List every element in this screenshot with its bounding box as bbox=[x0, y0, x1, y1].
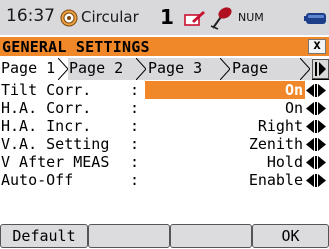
battery-icon bbox=[304, 13, 326, 24]
left-right-arrows-icon[interactable] bbox=[305, 101, 327, 116]
setting-value: On bbox=[284, 99, 303, 117]
setting-value-field[interactable]: Enable bbox=[145, 171, 305, 189]
tab-bar: Page 1 Page 2 Page 3 Page bbox=[0, 58, 329, 80]
setting-value: Right bbox=[257, 117, 303, 135]
left-right-arrows-icon[interactable] bbox=[305, 137, 327, 152]
tab-label: Page 1 bbox=[1, 59, 56, 77]
setting-colon: : bbox=[130, 171, 140, 189]
default-button[interactable]: Default bbox=[0, 224, 88, 248]
tab-label: Page 2 bbox=[69, 59, 124, 77]
tab-separator bbox=[300, 58, 310, 80]
left-right-arrows-icon[interactable] bbox=[305, 155, 327, 170]
setting-colon: : bbox=[130, 99, 140, 117]
setting-value-field[interactable]: On bbox=[145, 81, 305, 99]
setting-value: Hold bbox=[266, 153, 303, 171]
ok-button[interactable]: OK bbox=[252, 224, 329, 248]
tab-page-2[interactable]: Page 2 bbox=[68, 58, 146, 80]
setting-label: H.A. Corr. bbox=[1, 99, 92, 117]
setting-row-tilt-corr[interactable]: Tilt Corr. : On bbox=[0, 81, 329, 99]
face-indicator: 1 bbox=[160, 5, 174, 29]
mode-label: Circular bbox=[81, 8, 139, 26]
setting-label: Auto-Off bbox=[1, 171, 74, 189]
window-titlebar: GENERAL SETTINGS x bbox=[0, 37, 329, 56]
setting-colon: : bbox=[130, 81, 140, 99]
prism-pole-icon bbox=[210, 7, 232, 30]
setting-value-field[interactable]: On bbox=[145, 99, 305, 117]
setting-row-va-setting[interactable]: V.A. Setting : Zenith bbox=[0, 135, 329, 153]
left-right-arrows-icon[interactable] bbox=[305, 83, 327, 98]
tab-scroll-right-icon[interactable] bbox=[312, 59, 329, 79]
setting-value-field[interactable]: Zenith bbox=[145, 135, 305, 153]
setting-row-ha-corr[interactable]: H.A. Corr. : On bbox=[0, 99, 329, 117]
input-mode: NUM bbox=[238, 11, 264, 24]
setting-row-v-after-meas[interactable]: V After MEAS : Hold bbox=[0, 153, 329, 171]
setting-colon: : bbox=[130, 135, 140, 153]
close-button[interactable]: x bbox=[308, 39, 326, 54]
tab-separator bbox=[220, 58, 230, 80]
setting-colon: : bbox=[130, 153, 140, 171]
left-right-arrows-icon[interactable] bbox=[305, 173, 327, 188]
tab-page-3[interactable]: Page 3 bbox=[146, 58, 230, 80]
softkey-3-button[interactable] bbox=[170, 224, 252, 248]
setting-label: V After MEAS bbox=[1, 153, 110, 171]
setting-row-auto-off[interactable]: Auto-Off : Enable bbox=[0, 171, 329, 189]
left-right-arrows-icon[interactable] bbox=[305, 119, 327, 134]
setting-value: Enable bbox=[248, 171, 303, 189]
setting-label: Tilt Corr. bbox=[1, 81, 92, 99]
setting-value: On bbox=[284, 81, 303, 99]
setting-row-ha-incr[interactable]: H.A. Incr. : Right bbox=[0, 117, 329, 135]
setting-label: H.A. Incr. bbox=[1, 117, 92, 135]
tab-label: Page bbox=[232, 59, 269, 77]
clock: 16:37 bbox=[6, 6, 55, 26]
window-title: GENERAL SETTINGS bbox=[2, 38, 150, 56]
setting-value: Zenith bbox=[248, 135, 303, 153]
tab-separator bbox=[58, 58, 68, 80]
tab-label: Page 3 bbox=[148, 59, 203, 77]
setting-value-field[interactable]: Hold bbox=[145, 153, 305, 171]
setting-label: V.A. Setting bbox=[1, 135, 110, 153]
status-bar: 16:37 Circular 1 NUM bbox=[0, 0, 329, 35]
edit-icon bbox=[184, 11, 205, 26]
softkey-2-button[interactable] bbox=[88, 224, 170, 248]
tab-separator bbox=[136, 58, 146, 80]
target-icon bbox=[60, 9, 78, 27]
setting-value-field[interactable]: Right bbox=[145, 117, 305, 135]
softkey-bar: Default OK bbox=[0, 224, 329, 249]
setting-colon: : bbox=[130, 117, 140, 135]
